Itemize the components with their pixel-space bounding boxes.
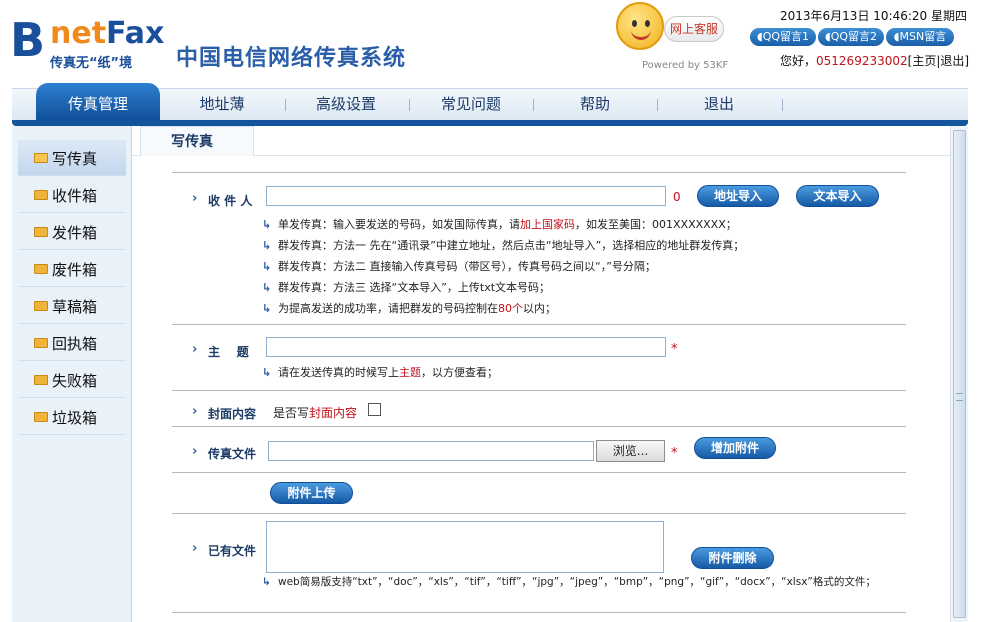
divider bbox=[172, 172, 906, 173]
delete-attachment-button[interactable]: 附件删除 bbox=[691, 547, 774, 569]
nav-address-book[interactable]: 地址薄 bbox=[162, 89, 282, 121]
folder-icon bbox=[34, 227, 48, 237]
divider bbox=[172, 513, 906, 514]
customer-service-avatar-icon[interactable] bbox=[616, 2, 664, 50]
folder-icon bbox=[34, 338, 48, 348]
divider bbox=[172, 324, 906, 325]
tab-strip: 写传真 bbox=[132, 126, 950, 156]
hint-line: ↳ 群发传真：方法二 直接输入传真号码（带区号），传真号码之间以“，”号分隔； bbox=[262, 260, 656, 273]
required-mark: * bbox=[671, 342, 678, 357]
qq-message-2-button[interactable]: ◖QQ留言2 bbox=[818, 28, 884, 46]
divider bbox=[172, 390, 906, 391]
nav-separator bbox=[533, 99, 534, 111]
hint-line: ↳ 群发传真：方法三 选择“文本导入”，上传txt文本号码； bbox=[262, 281, 551, 294]
greeting: 您好，051269233002[主页|退出] bbox=[780, 54, 970, 68]
bullet-icon: ↳ bbox=[262, 239, 272, 252]
address-import-button[interactable]: 地址导入 bbox=[697, 185, 779, 207]
main-nav: 传真管理 地址薄 高级设置 常见问题 帮助 退出 bbox=[12, 83, 968, 121]
msn-message-button[interactable]: ◖MSN留言 bbox=[886, 28, 954, 46]
folder-icon bbox=[34, 190, 48, 200]
recipient-label: 收 件 人 bbox=[208, 194, 253, 208]
upload-attachment-button[interactable]: 附件上传 bbox=[270, 482, 353, 504]
browse-button[interactable]: 浏览... bbox=[596, 440, 665, 462]
bullet-icon: ↳ bbox=[262, 302, 272, 315]
required-mark: * bbox=[671, 446, 678, 461]
nav-separator bbox=[285, 99, 286, 111]
online-service-button[interactable]: 网上客服 bbox=[664, 16, 724, 42]
existing-files-label: 已有文件 bbox=[208, 544, 257, 558]
existing-files-list[interactable] bbox=[266, 521, 664, 573]
arrow-icon: › bbox=[192, 191, 198, 206]
divider bbox=[172, 612, 906, 613]
fax-file-label: 传真文件 bbox=[208, 447, 257, 461]
sidebar-item-failed[interactable]: 失败箱 bbox=[18, 362, 126, 398]
sidebar-item-trash[interactable]: 垃圾箱 bbox=[18, 399, 126, 435]
text-import-button[interactable]: 文本导入 bbox=[796, 185, 879, 207]
arrow-icon: › bbox=[192, 541, 198, 556]
hint-line: ↳ 单发传真：输入要发送的号码，如发国际传真，请加上国家码，如发至美国：001XX… bbox=[262, 218, 737, 231]
user-phone: 051269233002 bbox=[816, 54, 908, 68]
arrow-icon: › bbox=[192, 404, 198, 419]
divider bbox=[172, 426, 906, 427]
bullet-icon: ↳ bbox=[262, 366, 272, 379]
bullet-icon: ↳ bbox=[262, 576, 271, 588]
home-link[interactable]: [主页 bbox=[908, 54, 937, 68]
nav-help[interactable]: 帮助 bbox=[536, 89, 654, 121]
cover-question: 是否写封面内容 bbox=[273, 406, 358, 420]
compose-panel: 写传真 › 收 件 人 0 地址导入 文本导入 ↳ 单发传真：输入要发送的号码，如… bbox=[132, 126, 950, 622]
sidebar-item-discarded[interactable]: 废件箱 bbox=[18, 251, 126, 287]
cover-label: 封面内容 bbox=[208, 407, 257, 421]
sidebar-item-inbox[interactable]: 收件箱 bbox=[18, 177, 126, 213]
hint-line: ↳ 群发传真：方法一 先在“通讯录”中建立地址，然后点击“地址导入”，选择相应的地… bbox=[262, 239, 745, 252]
sidebar-item-receipts[interactable]: 回执箱 bbox=[18, 325, 126, 361]
powered-by: Powered by 53KF bbox=[642, 60, 729, 71]
vertical-scrollbar[interactable] bbox=[950, 126, 968, 622]
folder-icon bbox=[34, 264, 48, 274]
recipient-count: 0 bbox=[673, 190, 681, 204]
logout-link[interactable]: |退出] bbox=[936, 54, 969, 68]
bullet-icon: ↳ bbox=[262, 218, 272, 231]
bullet-icon: ↳ bbox=[262, 260, 272, 273]
nav-logout[interactable]: 退出 bbox=[660, 89, 778, 121]
nav-advanced-settings[interactable]: 高级设置 bbox=[287, 89, 405, 121]
hint-line: ↳ 为提高发送的成功率，请把群发的号码控制在80个以内； bbox=[262, 302, 556, 315]
nav-fax-management[interactable]: 传真管理 bbox=[36, 83, 160, 121]
add-attachment-button[interactable]: 增加附件 bbox=[694, 437, 776, 459]
arrow-icon: › bbox=[192, 342, 198, 357]
format-hint: ↳ web简易版支持“txt”，“doc”，“xls”，“tif”，“tiff”，… bbox=[262, 576, 876, 588]
folder-icon bbox=[34, 412, 48, 422]
sidebar: 写传真 收件箱 发件箱 废件箱 草稿箱 回执箱 失败箱 垃圾箱 bbox=[12, 126, 132, 622]
divider bbox=[172, 472, 906, 473]
cover-checkbox[interactable] bbox=[368, 403, 381, 416]
arrow-icon: › bbox=[192, 444, 198, 459]
logo-net: net bbox=[50, 16, 107, 51]
nav-separator bbox=[657, 99, 658, 111]
nav-faq[interactable]: 常见问题 bbox=[412, 89, 530, 121]
subject-input[interactable] bbox=[266, 337, 666, 357]
sidebar-item-outbox[interactable]: 发件箱 bbox=[18, 214, 126, 250]
subject-hint: ↳ 请在发送传真的时候写上主题，以方便查看； bbox=[262, 366, 498, 379]
logo-slogan: 传真无“纸”境 bbox=[50, 56, 133, 71]
datetime: 2013年6月13日 10:46:20 星期四 bbox=[780, 9, 967, 23]
nav-separator bbox=[782, 99, 783, 111]
subject-label: 主 题 bbox=[208, 345, 249, 359]
nav-separator bbox=[409, 99, 410, 111]
scroll-grip-icon bbox=[956, 393, 963, 401]
fax-file-input[interactable] bbox=[268, 441, 594, 461]
folder-icon bbox=[34, 301, 48, 311]
tab-write-fax[interactable]: 写传真 bbox=[140, 126, 254, 156]
qq-message-1-button[interactable]: ◖QQ留言1 bbox=[750, 28, 816, 46]
header: B net Fax 传真无“纸”境 中国电信网络传真系统 网上客服 Powere… bbox=[0, 0, 990, 88]
sidebar-item-drafts[interactable]: 草稿箱 bbox=[18, 288, 126, 324]
bnetfax-logo: B net Fax 传真无“纸”境 bbox=[10, 14, 170, 72]
bullet-icon: ↳ bbox=[262, 281, 272, 294]
logo-fax: Fax bbox=[106, 16, 165, 51]
sidebar-item-write-fax[interactable]: 写传真 bbox=[18, 140, 126, 176]
write-folder-icon bbox=[34, 153, 48, 163]
folder-icon bbox=[34, 375, 48, 385]
system-title: 中国电信网络传真系统 bbox=[176, 46, 407, 71]
logo-b: B bbox=[10, 13, 46, 67]
scrollbar-thumb[interactable] bbox=[953, 130, 966, 618]
recipient-input[interactable] bbox=[266, 186, 666, 206]
